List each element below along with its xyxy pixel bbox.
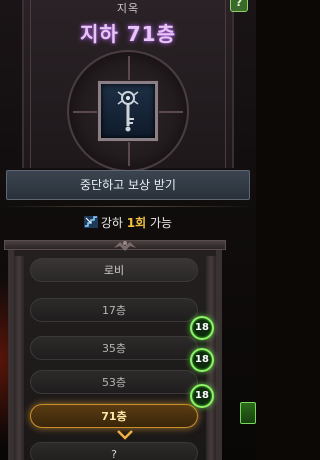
help-button[interactable]: ? [230, 0, 248, 12]
dungeon-type-label: 지옥 [116, 2, 140, 15]
floor-53[interactable]: 53층 [30, 370, 198, 394]
enhance-count: 1회 [126, 216, 147, 230]
tower-pillar-left [14, 256, 24, 460]
enhance-availability: 강하 1회 가능 [0, 214, 256, 232]
game-scene: 지옥 지하 71층 ? 중단하고 보상 받기 강하 1회 가능 로비 17층 3… [0, 0, 256, 460]
floor-current-71[interactable]: 71층 [30, 404, 198, 428]
section-divider [0, 206, 256, 207]
floor-53-badge: 18 [190, 384, 214, 408]
floor-next-unknown[interactable]: ? [30, 442, 198, 460]
chevron-down-icon [117, 430, 133, 440]
enhance-suffix: 가능 [150, 216, 173, 230]
floor-35-badge: 18 [190, 348, 214, 372]
floor-17[interactable]: 17층 [30, 298, 198, 322]
emblem-frame [98, 81, 158, 141]
enhance-prefix: 강하 [100, 216, 123, 230]
floor-lobby[interactable]: 로비 [30, 258, 198, 282]
tower-crest-icon [114, 241, 136, 251]
key-scepter-icon [117, 91, 139, 132]
stop-and-claim-reward-button[interactable]: 중단하고 보상 받기 [6, 170, 250, 200]
current-floor-title: 지하 71층 [80, 22, 176, 46]
enhance-stairs-icon [83, 216, 98, 228]
level-up-arrow-icon[interactable] [240, 402, 256, 424]
floor-35[interactable]: 35층 [30, 336, 198, 360]
floor-17-badge: 18 [190, 316, 214, 340]
